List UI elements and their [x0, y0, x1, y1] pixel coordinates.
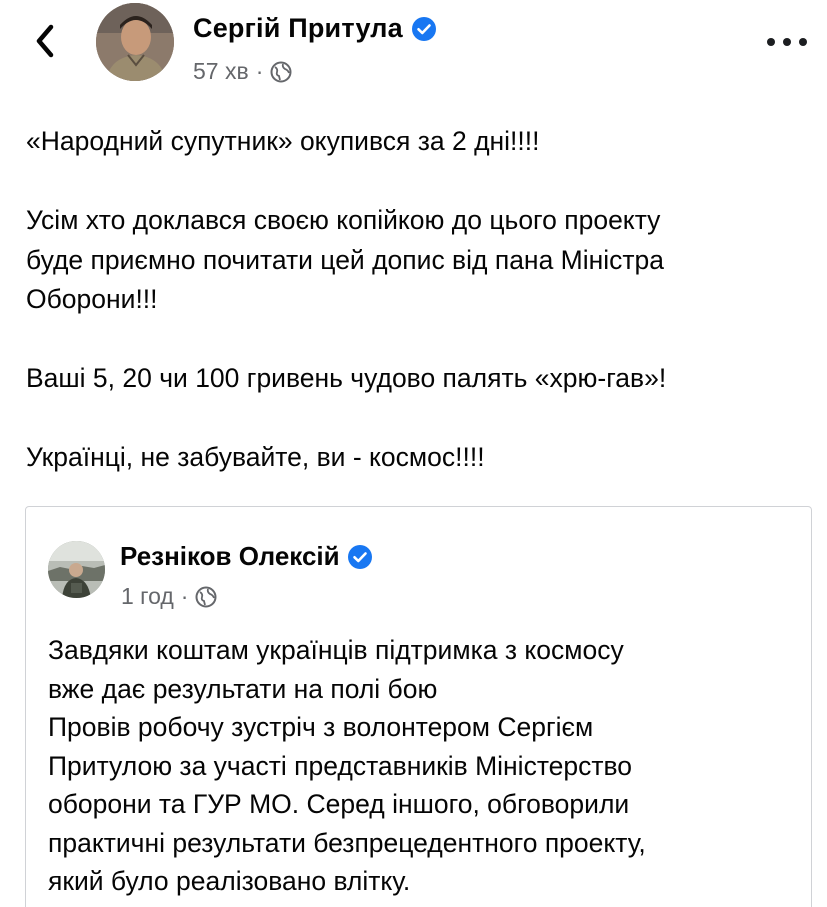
globe-icon [195, 586, 217, 607]
author-avatar[interactable] [96, 3, 174, 81]
post-meta: 57 хв · [193, 58, 292, 85]
author-name-row: Сергій Притула [193, 13, 436, 44]
verified-badge-icon [411, 16, 436, 41]
back-button[interactable] [30, 22, 60, 60]
author-photo [96, 3, 174, 81]
chevron-left-icon [36, 24, 54, 58]
post-paragraph: Ваші 5, 20 чи 100 гривень чудово палять … [26, 363, 667, 393]
shared-post-line: вже дає результати на полі бою [48, 673, 438, 704]
shared-post-time[interactable]: 1 год [121, 583, 174, 610]
shared-post-line: який було реалізовано влітку. [48, 866, 411, 896]
shared-post-line: Завдяки коштам українців підтримка з кос… [48, 635, 624, 665]
more-dot [767, 38, 775, 46]
shared-post-line: Притулою за участі представників Міністе… [48, 750, 633, 781]
shared-post-line: практичні результати безпрецедентного пр… [48, 827, 646, 858]
shared-post-text: Завдяки коштам українців підтримка з кос… [48, 631, 798, 901]
shared-author-avatar[interactable] [48, 541, 105, 598]
post-text: «Народний супутник» окупився за 2 дні!!!… [26, 122, 816, 478]
shared-post-line: оборони та ГУР МО. Серед іншого, обговор… [48, 789, 630, 819]
post-paragraph: Українці, не забувайте, ви - космос!!!! [26, 442, 485, 472]
more-dot [799, 38, 807, 46]
post-paragraph: «Народний супутник» окупився за 2 дні!!!… [26, 126, 540, 156]
shared-post-card[interactable]: Резніков Олексій 1 год · Завдяки коштам … [25, 506, 812, 907]
meta-separator: · [255, 58, 264, 84]
shared-post-line: Провів робочу зустріч з волонтером Сергі… [48, 712, 594, 742]
verified-badge-icon [347, 544, 372, 569]
author-name[interactable]: Сергій Притула [193, 13, 403, 44]
more-dot [783, 38, 791, 46]
shared-author-photo [48, 541, 105, 598]
more-options-button[interactable] [767, 30, 807, 54]
post-paragraph: Усім хто доклався своєю копійкою до цьог… [26, 205, 665, 314]
shared-author-name-row: Резніков Олексій [120, 541, 372, 572]
post-time[interactable]: 57 хв [193, 58, 249, 85]
meta-separator: · [180, 583, 189, 609]
globe-icon [270, 61, 292, 82]
shared-author-name[interactable]: Резніков Олексій [120, 541, 340, 572]
shared-post-meta: 1 год · [121, 583, 217, 610]
